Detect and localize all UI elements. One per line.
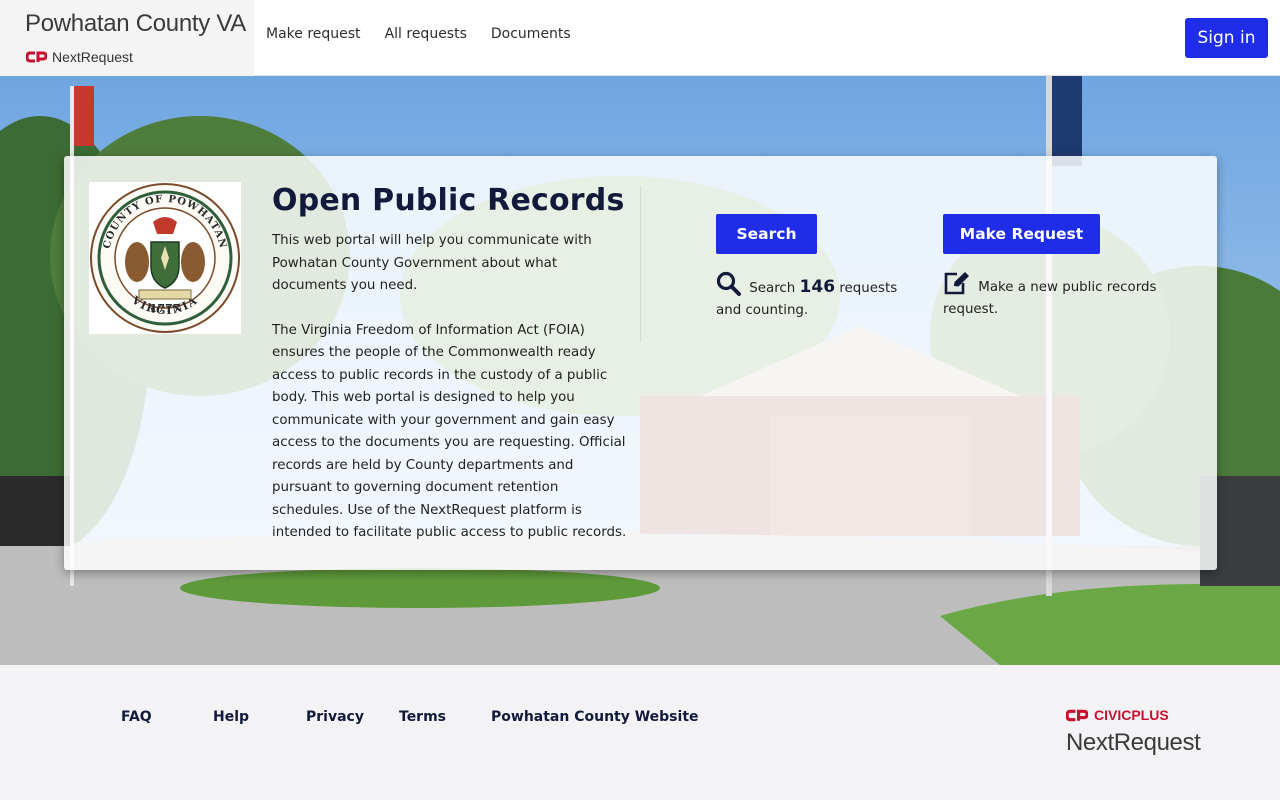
nav-documents[interactable]: Documents [491, 26, 571, 42]
nav-make-request[interactable]: Make request [266, 26, 361, 42]
county-seal: COUNTY OF POWHATAN VIRGINIA 1777 [89, 182, 241, 334]
nextrequest-footer-logo[interactable]: NextRequest [1066, 729, 1201, 757]
page-footer: FAQ Help Privacy Terms Powhatan County W… [0, 665, 1280, 800]
page-title: Open Public Records [272, 183, 625, 218]
intro-text: This web portal will help you communicat… [272, 230, 632, 545]
civicplus-label: CIVICPLUS [1094, 707, 1169, 723]
nav-all-requests[interactable]: All requests [385, 26, 467, 42]
civicplus-logo-icon [1066, 709, 1088, 721]
civicplus-brand[interactable]: CIVICPLUS [1066, 707, 1169, 723]
hero-section: COUNTY OF POWHATAN VIRGINIA 1777 Open Pu… [0, 76, 1280, 665]
edit-icon [944, 272, 969, 295]
search-summary: Search 146 requests and counting. [716, 271, 916, 322]
intro-paragraph-2: The Virginia Freedom of Information Act … [272, 322, 627, 541]
intro-paragraph-1: This web portal will help you communicat… [272, 233, 592, 293]
request-count: 146 [799, 277, 836, 297]
search-text-before: Search [749, 281, 796, 296]
top-header: Powhatan County VA NextRequest Make requ… [0, 0, 1280, 76]
footer-link-terms[interactable]: Terms [399, 709, 446, 725]
seal-year: 1777 [150, 302, 181, 315]
make-request-text: Make a new public records request. [943, 280, 1157, 317]
records-panel: COUNTY OF POWHATAN VIRGINIA 1777 Open Pu… [64, 156, 1217, 570]
footer-link-faq[interactable]: FAQ [121, 709, 152, 725]
county-seal-icon: COUNTY OF POWHATAN VIRGINIA 1777 [90, 183, 240, 333]
nextrequest-brand: NextRequest [26, 49, 133, 65]
make-request-button[interactable]: Make Request [943, 214, 1100, 254]
footer-link-help[interactable]: Help [213, 709, 249, 725]
search-icon [716, 271, 741, 296]
platform-name: NextRequest [52, 49, 133, 65]
sign-in-button[interactable]: Sign in [1185, 18, 1268, 58]
make-request-summary: Make a new public records request. [943, 271, 1183, 321]
main-nav: Make request All requests Documents [266, 26, 571, 42]
panel-divider [640, 186, 641, 342]
site-title[interactable]: Powhatan County VA [25, 10, 246, 38]
brand-block[interactable]: Powhatan County VA NextRequest [0, 0, 254, 76]
footer-link-privacy[interactable]: Privacy [306, 709, 364, 725]
footer-link-county-website[interactable]: Powhatan County Website [491, 709, 699, 725]
civicplus-logo-icon [26, 51, 47, 63]
search-button[interactable]: Search [716, 214, 817, 254]
